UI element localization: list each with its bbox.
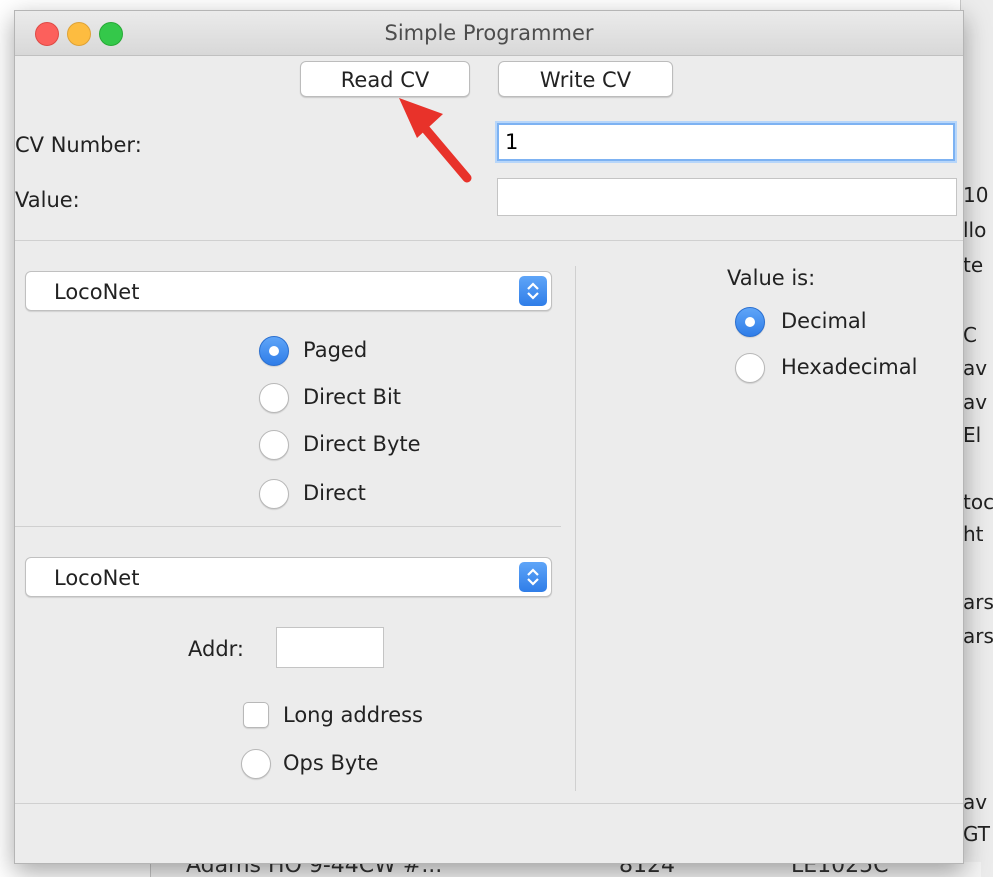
- background-text-fragment: C: [963, 323, 977, 347]
- ops-byte-label: Ops Byte: [283, 751, 379, 775]
- cv-number-label: CV Number:: [15, 133, 142, 157]
- read-cv-button[interactable]: Read CV: [300, 61, 470, 97]
- window-title: Simple Programmer: [384, 21, 594, 45]
- value-is-label: Value is:: [727, 266, 816, 290]
- addr-label: Addr:: [188, 637, 244, 661]
- ops-programmer-select-value: LocoNet: [54, 566, 140, 590]
- background-text-fragment: ht: [963, 522, 984, 546]
- simple-programmer-window: Simple Programmer Read CV Write CV CV Nu…: [14, 10, 964, 864]
- chevron-up-down-icon: [519, 562, 547, 592]
- background-cell: Adams HO 9-44CW #...: [186, 862, 443, 877]
- background-text-fragment: GT: [963, 822, 991, 846]
- paged-label: Paged: [303, 338, 368, 362]
- background-text-fragment: ars: [963, 590, 993, 614]
- value-input[interactable]: [497, 178, 957, 216]
- addr-input[interactable]: [276, 627, 384, 668]
- cv-number-input[interactable]: [497, 123, 955, 161]
- vertical-divider: [575, 266, 576, 791]
- background-text-fragment: te: [963, 253, 984, 277]
- direct-radio[interactable]: [259, 479, 289, 509]
- programmer-select-value: LocoNet: [54, 280, 140, 304]
- background-table-row: Adams HO 9-44CW #... 8124 LE1025C: [150, 862, 981, 877]
- direct-byte-radio[interactable]: [259, 430, 289, 460]
- title-bar: Simple Programmer: [15, 11, 963, 56]
- write-cv-button[interactable]: Write CV: [498, 61, 673, 97]
- background-cell: LE1025C: [791, 862, 889, 877]
- direct-label: Direct: [303, 481, 366, 505]
- background-text-fragment: av: [963, 390, 988, 414]
- long-address-label: Long address: [283, 703, 423, 727]
- background-text-fragment: llo: [963, 218, 987, 242]
- background-text-fragment: ars: [963, 624, 993, 648]
- chevron-up-down-icon: [519, 276, 547, 306]
- decimal-label: Decimal: [781, 309, 867, 333]
- programmer-select[interactable]: LocoNet: [25, 271, 552, 311]
- ops-byte-radio[interactable]: [241, 749, 271, 779]
- background-text-fragment: toc: [963, 490, 993, 514]
- divider: [15, 240, 963, 241]
- background-text-fragment: av: [963, 790, 988, 814]
- hexadecimal-label: Hexadecimal: [781, 355, 918, 379]
- annotation-arrow-icon: [399, 98, 472, 183]
- direct-byte-label: Direct Byte: [303, 432, 421, 456]
- long-address-checkbox[interactable]: [243, 702, 269, 728]
- background-text-fragment: 10: [963, 183, 989, 207]
- direct-bit-radio[interactable]: [259, 383, 289, 413]
- divider: [15, 526, 561, 527]
- divider: [15, 803, 963, 804]
- background-text-fragment: av: [963, 356, 988, 380]
- decimal-radio[interactable]: [735, 307, 765, 337]
- value-label: Value:: [15, 188, 80, 212]
- hexadecimal-radio[interactable]: [735, 353, 765, 383]
- ops-programmer-select[interactable]: LocoNet: [25, 557, 552, 597]
- background-text-fragment: El: [963, 423, 982, 447]
- background-cell: 8124: [619, 862, 675, 877]
- direct-bit-label: Direct Bit: [303, 385, 402, 409]
- paged-radio[interactable]: [259, 336, 289, 366]
